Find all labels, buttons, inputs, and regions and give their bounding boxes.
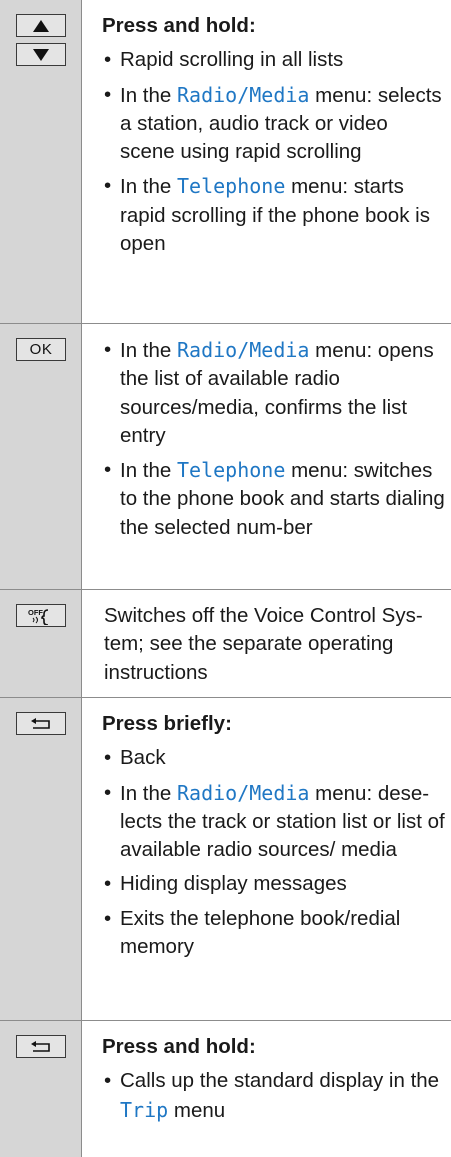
down-arrow-icon <box>16 43 66 66</box>
heading: Press and hold: <box>102 14 256 37</box>
menu-name-telephone: Telephone <box>177 174 286 199</box>
row-up-down-press-hold: Press and hold: Rapid scrolling in all l… <box>0 0 451 324</box>
list-item-text: In the <box>120 83 177 107</box>
row-ok: OK In the Radio/Media menu: opens the li… <box>0 324 451 590</box>
voice-control-off-label: OFF <box>28 608 43 617</box>
heading: Press briefly: <box>102 712 232 735</box>
list-item: Exits the telephone book/redial memory <box>102 905 445 962</box>
key-column <box>0 698 82 1020</box>
menu-separator: / <box>237 82 250 107</box>
key-column: OFF <box>0 590 82 697</box>
list-item-text: Exits the telephone book/redial memory <box>120 906 401 959</box>
list-item: In the Telephone menu: switches to the p… <box>102 456 445 542</box>
list-item-text: Back <box>120 746 166 770</box>
menu-name-trip: Trip <box>120 1097 169 1122</box>
list-item-text: In the <box>120 459 177 483</box>
list-item-text: menu <box>168 1098 226 1122</box>
bullet-list: Rapid scrolling in all lists In the Radi… <box>102 46 445 258</box>
key-column: OK <box>0 324 82 589</box>
list-item: Back <box>102 744 445 773</box>
list-item-text: In the <box>120 781 177 805</box>
up-arrow-icon <box>16 14 66 37</box>
bullet-list: Calls up the standard display in the Tri… <box>102 1067 445 1125</box>
row-text: Switches off the Voice Control Sys-tem; … <box>104 604 423 684</box>
back-icon <box>16 1035 66 1058</box>
row-description: Press and hold: Calls up the standard di… <box>82 1021 451 1157</box>
key-column <box>0 0 82 323</box>
menu-name-radio: Radio <box>177 82 238 107</box>
ok-key-icon: OK <box>16 338 66 361</box>
menu-name-media: Media <box>249 338 310 362</box>
menu-name-radio: Radio <box>177 780 238 805</box>
bullet-list: In the Radio/Media menu: opens the list … <box>102 336 445 542</box>
list-item-text: Hiding display messages <box>120 872 347 896</box>
voice-control-off-icon: OFF <box>16 604 66 627</box>
heading: Press and hold: <box>102 1035 256 1058</box>
list-item-text: Calls up the standard display in the <box>120 1069 440 1093</box>
menu-separator: / <box>237 338 250 362</box>
menu-name-media: Media <box>249 82 310 107</box>
menu-name-telephone: Telephone <box>177 458 286 483</box>
row-voice-off: OFF Switches off the Voice Control Sys-t… <box>0 590 451 698</box>
list-item: In the Radio/Media menu: dese-lects the … <box>102 779 445 865</box>
list-item-text: In the <box>120 339 177 362</box>
menu-name-radio: Radio <box>177 338 238 362</box>
row-description: Press briefly: Back In the Radio/Media m… <box>82 698 451 1020</box>
list-item: In the Radio/Media menu: opens the list … <box>102 336 445 450</box>
list-item-text: In the <box>120 175 177 199</box>
bullet-list: Back In the Radio/Media menu: dese-lects… <box>102 744 445 961</box>
row-back-press-briefly: Press briefly: Back In the Radio/Media m… <box>0 698 451 1021</box>
button-function-table: Press and hold: Rapid scrolling in all l… <box>0 0 451 1157</box>
list-item: Hiding display messages <box>102 870 445 899</box>
row-description: In the Radio/Media menu: opens the list … <box>82 324 451 589</box>
list-item-text: Rapid scrolling in all lists <box>120 48 344 72</box>
row-description: Switches off the Voice Control Sys-tem; … <box>82 590 451 697</box>
list-item: In the Radio/Media menu: selects a stati… <box>102 81 445 167</box>
list-item: Rapid scrolling in all lists <box>102 46 445 75</box>
row-back-press-hold: Press and hold: Calls up the standard di… <box>0 1021 451 1157</box>
key-column <box>0 1021 82 1157</box>
row-description: Press and hold: Rapid scrolling in all l… <box>82 0 451 323</box>
menu-separator: / <box>237 780 250 805</box>
list-item: Calls up the standard display in the Tri… <box>102 1067 445 1125</box>
menu-name-media: Media <box>249 780 310 805</box>
list-item: In the Telephone menu: starts rapid scro… <box>102 172 445 258</box>
back-icon <box>16 712 66 735</box>
